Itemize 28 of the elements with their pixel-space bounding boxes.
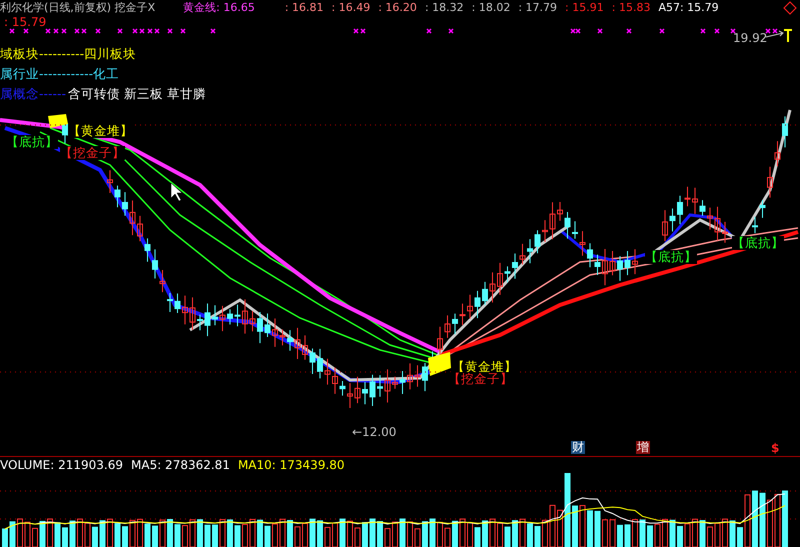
indicator-value: : 16.20 — [378, 1, 417, 14]
indicator-value: 黄金线: 16.65 — [183, 0, 255, 15]
signal-label: 【底抗】 — [732, 236, 784, 250]
indicator-value: : 16.81 — [284, 1, 324, 14]
concept-list: 含可转债 新三板 草甘膦 — [68, 84, 206, 104]
event-marker: 增 — [636, 441, 650, 454]
volume-reading: MA5: 278362.81 — [131, 458, 230, 473]
low-price-label: ←12.00 — [352, 425, 396, 439]
indicator-value: : 17.79 — [518, 1, 558, 14]
info-text: 属概念------ — [0, 85, 66, 103]
event-marker: $ — [770, 442, 780, 455]
indicator-value: : 16.49 — [332, 1, 370, 14]
indicator-value: A57: 15.79 — [658, 1, 719, 14]
indicator-value: : 15.79 — [4, 15, 46, 29]
indicator-value: : 18.32 — [424, 1, 464, 14]
indicator-value: : 15.83 — [612, 1, 650, 14]
volume-reading: VOLUME: 211903.69 — [0, 458, 123, 473]
event-marker: 财 — [571, 441, 585, 454]
indicator-value: : 15.91 — [565, 1, 604, 14]
info-text: 域板块----------四川板块 — [0, 46, 136, 61]
high-price-label: 19.92 — [733, 31, 768, 45]
indicator-value: : 18.02 — [472, 1, 510, 14]
info-text: 属行业------------化工 — [0, 66, 120, 81]
volume-reading: MA10: 173439.80 — [238, 458, 345, 473]
signal-label: 【底抗】 — [645, 250, 697, 264]
signal-label: 【黄金堆】 — [68, 124, 133, 138]
signal-label: 【挖金子】 — [60, 146, 125, 160]
chart-title: 利尔化学(日线,前复权) 挖金子X — [0, 0, 156, 15]
